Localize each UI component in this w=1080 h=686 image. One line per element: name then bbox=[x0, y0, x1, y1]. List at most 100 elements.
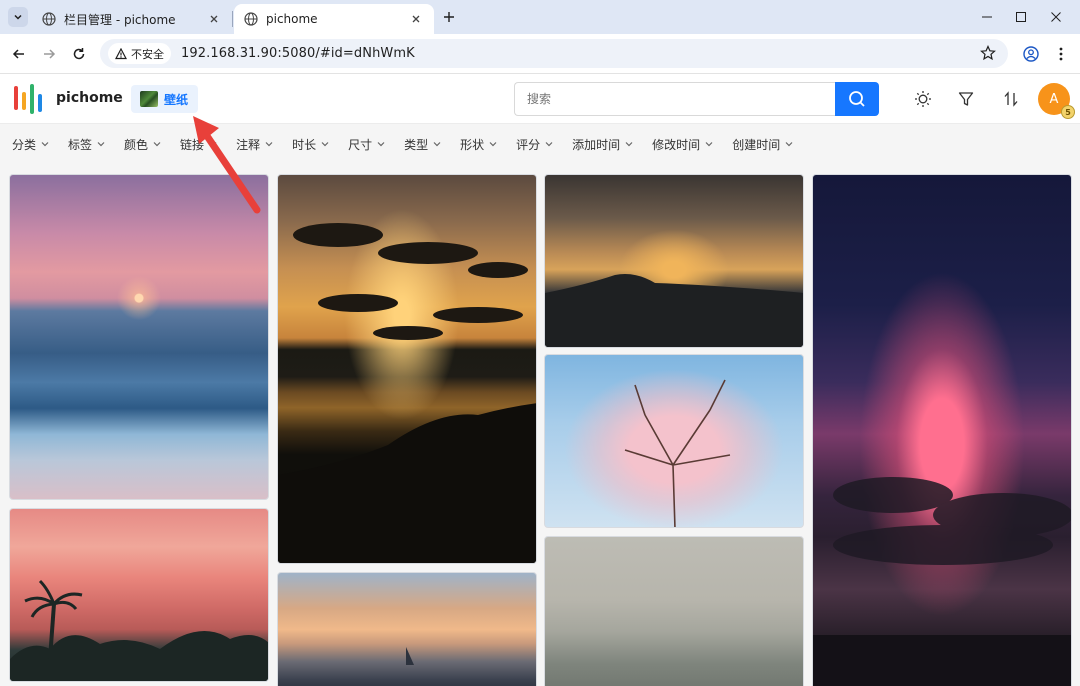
tree-branches bbox=[624, 379, 731, 527]
profile-icon bbox=[1023, 46, 1039, 62]
cloud-silhouettes bbox=[813, 477, 1071, 686]
filter-label: 添加时间 bbox=[572, 137, 621, 152]
back-button[interactable] bbox=[8, 43, 30, 65]
profile-button[interactable] bbox=[1020, 43, 1042, 65]
filter-label: 分类 bbox=[12, 137, 37, 152]
cloud-silhouettes bbox=[278, 223, 536, 563]
close-icon[interactable] bbox=[206, 11, 222, 27]
chevron-down-icon bbox=[209, 142, 217, 147]
filter-tags[interactable]: 标签 bbox=[68, 136, 106, 153]
chevron-down-icon bbox=[41, 142, 49, 147]
filter-color[interactable]: 颜色 bbox=[124, 136, 162, 153]
search-input[interactable] bbox=[514, 82, 835, 116]
browser-menu-button[interactable] bbox=[1050, 43, 1072, 65]
filter-label: 评分 bbox=[516, 137, 541, 152]
security-label: 不安全 bbox=[131, 47, 164, 61]
palm-silhouette bbox=[10, 579, 268, 681]
filter-label: 尺寸 bbox=[348, 137, 373, 152]
chevron-down-icon bbox=[153, 142, 161, 147]
filter-shape[interactable]: 形状 bbox=[460, 136, 498, 153]
theme-toggle-button[interactable] bbox=[913, 89, 933, 109]
search-button[interactable] bbox=[835, 82, 879, 116]
maximize-button[interactable] bbox=[1010, 6, 1032, 28]
chevron-down-icon bbox=[14, 14, 22, 20]
reload-icon bbox=[73, 48, 85, 60]
image-card-palm-pink-sky[interactable] bbox=[9, 508, 269, 682]
tab-divider bbox=[232, 11, 233, 27]
close-icon bbox=[1051, 12, 1061, 22]
chevron-down-icon bbox=[97, 142, 105, 147]
browser-tab-column-management[interactable]: 栏目管理 - pichome bbox=[32, 4, 232, 34]
new-tab-button[interactable] bbox=[440, 8, 458, 26]
star-icon[interactable] bbox=[980, 45, 996, 61]
sort-icon bbox=[1004, 91, 1018, 107]
chevron-down-icon bbox=[265, 142, 273, 147]
filter-label: 链接 bbox=[180, 137, 205, 152]
search-icon bbox=[849, 91, 865, 107]
filter-label: 形状 bbox=[460, 137, 485, 152]
image-card-purple-pink-sky[interactable] bbox=[812, 174, 1072, 686]
security-indicator[interactable]: 不安全 bbox=[108, 43, 171, 64]
image-card-sailboat-sunset[interactable] bbox=[277, 572, 537, 686]
chevron-down-icon bbox=[785, 142, 793, 147]
url-text: 192.168.31.90:5080/#id=dNhWmK bbox=[181, 46, 415, 61]
maximize-icon bbox=[1016, 12, 1026, 22]
minimize-button[interactable] bbox=[976, 6, 998, 28]
filter-created-time[interactable]: 创建时间 bbox=[732, 136, 794, 153]
more-vertical-icon bbox=[1059, 47, 1063, 61]
image-card-beach-sunset[interactable] bbox=[9, 174, 269, 500]
tab-search-button[interactable] bbox=[8, 7, 28, 27]
filter-button[interactable] bbox=[956, 89, 976, 109]
filter-label: 标签 bbox=[68, 137, 93, 152]
mountain-silhouette bbox=[545, 274, 803, 347]
image-card-foggy-forest[interactable] bbox=[544, 536, 804, 686]
sort-button[interactable] bbox=[1001, 89, 1021, 109]
image-card-dark-sunset-clouds[interactable] bbox=[277, 174, 537, 564]
chevron-down-icon bbox=[321, 142, 329, 147]
browser-tab-pichome[interactable]: pichome bbox=[234, 4, 434, 34]
filter-label: 创建时间 bbox=[732, 137, 781, 152]
arrow-left-icon bbox=[12, 49, 24, 59]
tab-title: 栏目管理 - pichome bbox=[64, 12, 176, 27]
image-gallery bbox=[0, 164, 1080, 686]
avatar-badge: 5 bbox=[1061, 105, 1075, 119]
chevron-down-icon bbox=[545, 142, 553, 147]
browser-tabstrip: 栏目管理 - pichome pichome bbox=[0, 0, 1080, 34]
app-name[interactable]: pichome bbox=[56, 90, 123, 106]
reload-button[interactable] bbox=[68, 43, 90, 65]
filter-label: 修改时间 bbox=[652, 137, 701, 152]
plus-icon bbox=[444, 12, 454, 22]
filter-icon bbox=[958, 92, 974, 106]
close-icon[interactable] bbox=[408, 11, 424, 27]
globe-icon bbox=[42, 12, 56, 26]
library-name: 壁纸 bbox=[164, 92, 189, 107]
filter-type[interactable]: 类型 bbox=[404, 136, 442, 153]
minimize-icon bbox=[982, 16, 992, 18]
close-window-button[interactable] bbox=[1045, 6, 1067, 28]
filter-label: 颜色 bbox=[124, 137, 149, 152]
image-card-cherry-blossom[interactable] bbox=[544, 354, 804, 528]
filter-added-time[interactable]: 添加时间 bbox=[572, 136, 634, 153]
sun-icon bbox=[915, 91, 931, 107]
filter-rating[interactable]: 评分 bbox=[516, 136, 554, 153]
filter-link[interactable]: 链接 bbox=[180, 136, 218, 153]
library-thumbnail bbox=[140, 91, 158, 107]
sailboat-mark bbox=[406, 647, 414, 665]
address-bar[interactable]: 不安全 192.168.31.90:5080/#id=dNhWmK bbox=[100, 39, 1008, 68]
filter-duration[interactable]: 时长 bbox=[292, 136, 330, 153]
library-selector[interactable]: 壁纸 bbox=[131, 85, 198, 113]
arrow-right-icon bbox=[44, 49, 56, 59]
chevron-down-icon bbox=[377, 142, 385, 147]
filter-modified-time[interactable]: 修改时间 bbox=[652, 136, 714, 153]
forward-button[interactable] bbox=[38, 43, 60, 65]
tab-title: pichome bbox=[266, 12, 318, 26]
pichome-logo[interactable] bbox=[12, 82, 46, 116]
filter-label: 注释 bbox=[236, 137, 261, 152]
chevron-down-icon bbox=[489, 142, 497, 147]
filter-notes[interactable]: 注释 bbox=[236, 136, 274, 153]
filter-category[interactable]: 分类 bbox=[12, 136, 50, 153]
image-card-mountain-sunset[interactable] bbox=[544, 174, 804, 348]
warning-icon bbox=[115, 47, 127, 59]
filter-size[interactable]: 尺寸 bbox=[348, 136, 386, 153]
app-header: pichome 壁纸 A 5 bbox=[0, 74, 1080, 124]
